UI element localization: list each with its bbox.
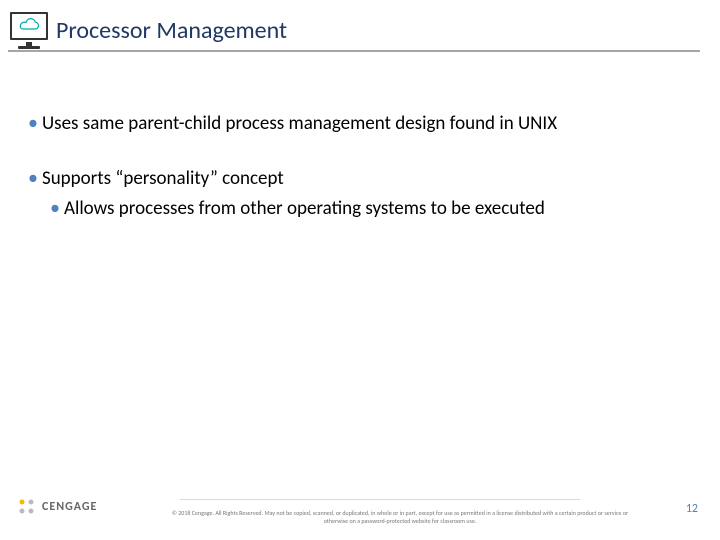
slide-header: Processor Management <box>8 10 700 52</box>
bullet-text: Allows processes from other operating sy… <box>64 197 545 220</box>
bullet-level-1: •Uses same parent-child process manageme… <box>28 110 690 137</box>
bullet-marker: • <box>28 111 38 135</box>
slide-body: •Uses same parent-child process manageme… <box>28 110 690 222</box>
title-divider <box>8 50 700 52</box>
brand-logo: CENGAGE <box>18 498 97 516</box>
bullet-level-1: •Supports “personality” concept •Allows … <box>28 165 690 222</box>
bullet-text: Supports “personality” concept <box>42 167 284 190</box>
copyright-text: © 2018 Cengage. All Rights Reserved. May… <box>160 510 640 526</box>
bullet-level-2: •Allows processes from other operating s… <box>50 195 690 222</box>
slide-container: Processor Management •Uses same parent-c… <box>0 0 720 540</box>
bullet-marker: • <box>50 196 60 220</box>
page-number: 12 <box>686 502 698 516</box>
slide-title: Processor Management <box>56 10 287 45</box>
slide-footer: CENGAGE © 2018 Cengage. All Rights Reser… <box>0 494 720 534</box>
cloud-monitor-icon <box>8 10 50 52</box>
brand-name: CENGAGE <box>42 500 97 514</box>
bullet-text: Uses same parent-child process managemen… <box>42 112 557 135</box>
cengage-star-icon <box>18 498 36 516</box>
bullet-marker: • <box>28 166 38 190</box>
